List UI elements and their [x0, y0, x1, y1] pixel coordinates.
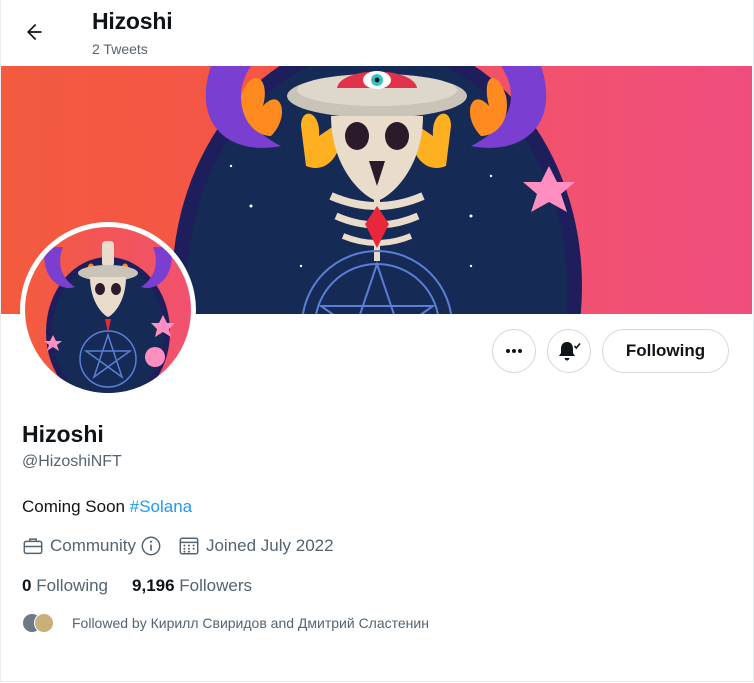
followers-stat-label: Followers: [174, 576, 253, 595]
joined-item: Joined July 2022: [178, 535, 334, 557]
followers-link[interactable]: 9,196 Followers: [132, 576, 252, 596]
calendar-icon: [179, 537, 199, 555]
profile-bio: Coming Soon #Solana: [22, 497, 192, 517]
bio-hashtag-link[interactable]: #Solana: [130, 497, 192, 516]
following-stat-label: Following: [31, 576, 109, 595]
follower-avatar: [34, 613, 54, 633]
avatar-image: [25, 227, 191, 393]
following-link[interactable]: 0 Following: [22, 576, 108, 596]
joined-date: Joined July 2022: [205, 536, 334, 555]
bell-subscribed-icon: [559, 342, 581, 361]
profile-name: Hizoshi: [22, 421, 104, 447]
info-icon[interactable]: [140, 535, 162, 557]
header-title: Hizoshi: [92, 8, 173, 34]
profile-meta: Community Joined July 2022: [22, 535, 334, 557]
arrow-left-icon: [27, 23, 42, 41]
followers-count: 9,196: [132, 576, 175, 595]
followed-by[interactable]: Followed by Кирилл Свиридов and Дмитрий …: [22, 613, 429, 633]
following-button[interactable]: Following: [602, 329, 729, 373]
profile-avatar[interactable]: [20, 222, 196, 398]
more-dots-icon: [506, 349, 522, 353]
more-button[interactable]: [492, 329, 536, 373]
header-tweet-count: 2 Tweets: [92, 41, 148, 57]
followed-by-text: Followed by Кирилл Свиридов and Дмитрий …: [72, 615, 429, 631]
profile-handle: @HizoshiNFT: [22, 453, 122, 470]
bio-text: Coming Soon: [22, 497, 130, 516]
category-label: Community: [50, 536, 136, 555]
notifications-button[interactable]: [547, 329, 591, 373]
back-button[interactable]: [16, 14, 52, 50]
briefcase-icon: [23, 538, 43, 555]
category-item: Community: [22, 535, 162, 557]
follow-stats: 0 Following 9,196 Followers: [22, 576, 252, 596]
